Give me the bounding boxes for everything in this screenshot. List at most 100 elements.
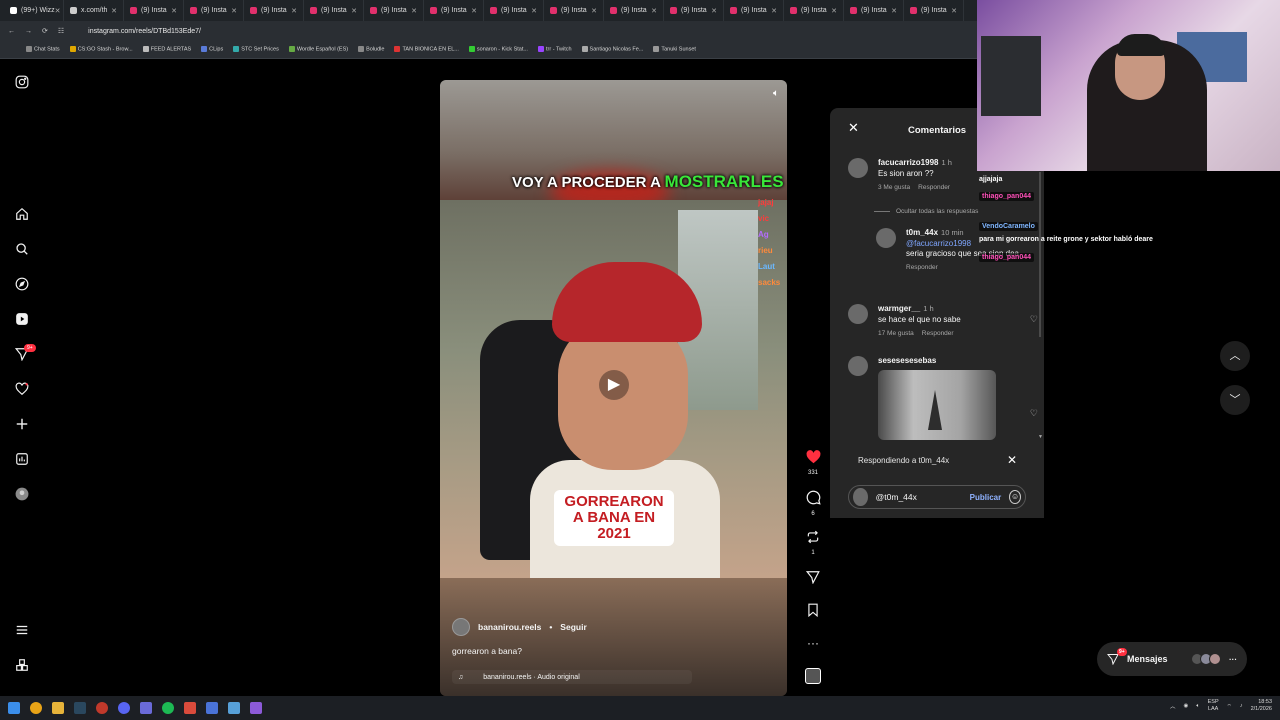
reel-player[interactable]: 🔈︎ VOY A PROCEDER A MOSTRARLES GORREARON… bbox=[440, 80, 787, 696]
comment-username[interactable]: t0m_44x bbox=[906, 228, 938, 237]
more-icon[interactable]: ··· bbox=[1229, 655, 1237, 664]
browser-tab[interactable]: (99+) Wizz ✕ bbox=[4, 0, 64, 21]
reel-audio[interactable]: ♫ bananirou.reels · Audio original bbox=[452, 670, 692, 684]
reply-link[interactable]: Responder bbox=[922, 330, 954, 337]
profile-avatar[interactable] bbox=[14, 487, 30, 503]
commenter-avatar[interactable] bbox=[876, 228, 896, 248]
browser-tab[interactable]: (9) Insta ✕ bbox=[544, 0, 604, 21]
reels-icon[interactable] bbox=[14, 312, 30, 328]
url-field[interactable]: instagram.com/reels/DTBd153Ede7/ bbox=[88, 28, 201, 35]
close-tab-icon[interactable]: ✕ bbox=[171, 7, 177, 15]
reply-link[interactable]: Responder bbox=[906, 264, 938, 271]
close-tab-icon[interactable]: ✕ bbox=[651, 7, 657, 15]
bookmark-item[interactable]: Tanuki Sunset bbox=[653, 46, 696, 53]
close-tab-icon[interactable]: ✕ bbox=[711, 7, 717, 15]
browser-tab[interactable]: (9) Insta ✕ bbox=[304, 0, 364, 21]
site-info-icon[interactable]: ☷ bbox=[58, 27, 64, 35]
browser-tab[interactable]: (9) Insta ✕ bbox=[664, 0, 724, 21]
dashboard-icon[interactable] bbox=[14, 452, 30, 468]
close-tab-icon[interactable]: ✕ bbox=[411, 7, 417, 15]
app-icon[interactable] bbox=[184, 702, 196, 714]
save-button[interactable] bbox=[800, 603, 826, 622]
commenter-avatar[interactable] bbox=[848, 304, 868, 324]
bookmark-item[interactable]: CS:GO Stash - Brow... bbox=[69, 46, 133, 53]
app-icon[interactable] bbox=[206, 702, 218, 714]
wifi-icon[interactable]: ⌔ bbox=[1227, 703, 1232, 710]
close-tab-icon[interactable]: ✕ bbox=[111, 7, 117, 15]
play-icon[interactable]: ▶ bbox=[599, 370, 629, 400]
clock[interactable]: 18:53 2/1/2026 bbox=[1251, 699, 1272, 713]
comment-likes[interactable]: 17 Me gusta bbox=[878, 330, 914, 337]
app-icon[interactable] bbox=[140, 702, 152, 714]
bookmark-item[interactable]: Santiago Nicolas Fe... bbox=[581, 46, 643, 53]
bookmark-item[interactable]: CLips bbox=[201, 46, 223, 53]
comment-username[interactable]: facucarrizo1998 bbox=[878, 158, 938, 167]
cancel-reply-icon[interactable]: ✕ bbox=[1007, 453, 1017, 467]
volume-tray-icon[interactable]: 🔈︎ bbox=[1196, 703, 1199, 710]
close-tab-icon[interactable]: ✕ bbox=[291, 7, 297, 15]
comment-likes[interactable]: 3 Me gusta bbox=[878, 184, 910, 191]
browser-tab[interactable]: (9) Insta ✕ bbox=[604, 0, 664, 21]
hide-replies-link[interactable]: Ocultar todas las respuestas bbox=[874, 208, 978, 215]
browser-tab[interactable]: (9) Insta ✕ bbox=[784, 0, 844, 21]
comment-username[interactable]: sesesesesebas bbox=[878, 356, 936, 365]
close-comments-icon[interactable]: ✕ bbox=[848, 120, 859, 136]
repost-button[interactable]: 1 bbox=[800, 530, 826, 556]
commenter-avatar[interactable] bbox=[848, 158, 868, 178]
emoji-icon[interactable]: ☺ bbox=[1009, 490, 1021, 504]
browser-tab[interactable]: (9) Insta ✕ bbox=[184, 0, 244, 21]
browser-tab[interactable]: (9) Insta ✕ bbox=[244, 0, 304, 21]
explore-icon[interactable] bbox=[14, 277, 30, 293]
messages-pill[interactable]: 9+ Mensajes ··· bbox=[1097, 642, 1247, 676]
close-tab-icon[interactable]: ✕ bbox=[951, 7, 957, 15]
bookmark-item[interactable]: sonaron - Kick Stat... bbox=[468, 46, 528, 53]
browser-tab[interactable]: (9) Insta ✕ bbox=[844, 0, 904, 21]
comment-username[interactable]: warmger__ bbox=[878, 304, 920, 313]
app-icon[interactable] bbox=[96, 702, 108, 714]
browser-tab[interactable]: (9) Insta ✕ bbox=[484, 0, 544, 21]
bookmark-item[interactable]: Wordle Español (ES) bbox=[288, 46, 348, 53]
share-button[interactable] bbox=[800, 570, 826, 589]
forward-icon[interactable]: → bbox=[25, 28, 32, 35]
more-options-icon[interactable]: ··· bbox=[800, 636, 826, 650]
back-icon[interactable]: ← bbox=[8, 28, 15, 35]
search-icon[interactable] bbox=[14, 242, 30, 258]
reload-icon[interactable]: ⟳ bbox=[42, 27, 48, 35]
file-explorer-icon[interactable] bbox=[52, 702, 64, 714]
discord-icon[interactable] bbox=[118, 702, 130, 714]
close-tab-icon[interactable]: ✕ bbox=[231, 7, 237, 15]
home-icon[interactable] bbox=[14, 207, 30, 223]
steam-icon[interactable] bbox=[74, 702, 86, 714]
next-reel-button[interactable]: ﹀ bbox=[1220, 385, 1250, 415]
audio-thumbnail[interactable] bbox=[805, 668, 821, 684]
instagram-logo-icon[interactable] bbox=[14, 75, 30, 91]
reply-link[interactable]: Responder bbox=[918, 184, 950, 191]
bookmark-item[interactable]: FEED ALERTAS bbox=[142, 46, 191, 53]
author-avatar[interactable] bbox=[452, 618, 470, 636]
notifications-icon[interactable] bbox=[14, 382, 30, 398]
browser-tab[interactable]: (9) Insta ✕ bbox=[904, 0, 964, 21]
bookmark-item[interactable]: Chat Stats bbox=[26, 46, 60, 53]
publish-button[interactable]: Publicar bbox=[970, 493, 1002, 502]
create-icon[interactable] bbox=[14, 417, 30, 433]
browser-tab[interactable]: (9) Insta ✕ bbox=[124, 0, 184, 21]
comment-gif-image[interactable] bbox=[878, 370, 996, 440]
language-indicator[interactable]: ESP LAA bbox=[1208, 699, 1219, 713]
close-tab-icon[interactable]: ✕ bbox=[55, 7, 61, 15]
bookmark-item[interactable]: trr - Twitch bbox=[537, 46, 572, 53]
close-tab-icon[interactable]: ✕ bbox=[351, 7, 357, 15]
close-tab-icon[interactable]: ✕ bbox=[831, 7, 837, 15]
menu-icon[interactable] bbox=[14, 623, 30, 639]
like-comment-icon[interactable]: ♡ bbox=[1030, 408, 1038, 419]
tray-chevron-icon[interactable]: ︿ bbox=[1170, 702, 1176, 710]
bookmark-item[interactable]: STC Set Prices bbox=[233, 46, 279, 53]
author-username[interactable]: bananirou.reels bbox=[478, 622, 541, 632]
chrome-icon[interactable] bbox=[30, 702, 42, 714]
app-icon[interactable] bbox=[250, 702, 262, 714]
close-tab-icon[interactable]: ✕ bbox=[591, 7, 597, 15]
also-from-meta-icon[interactable] bbox=[14, 658, 30, 674]
close-tab-icon[interactable]: ✕ bbox=[471, 7, 477, 15]
close-tab-icon[interactable]: ✕ bbox=[531, 7, 537, 15]
follow-button[interactable]: Seguir bbox=[560, 622, 586, 632]
comment-button[interactable]: 6 bbox=[800, 490, 826, 517]
